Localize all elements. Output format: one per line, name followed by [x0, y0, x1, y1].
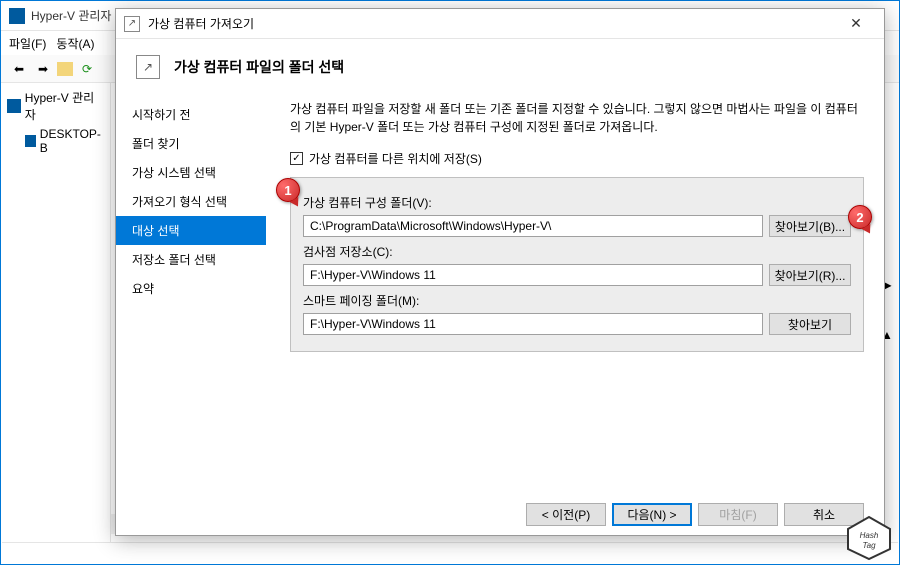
forward-icon[interactable]: ➡ [33, 59, 53, 79]
wizard-footer: < 이전(P) 다음(N) > 마침(F) 취소 [116, 494, 884, 534]
tree-root[interactable]: Hyper-V 관리자 [5, 87, 106, 125]
callout-marker-1: 1 [276, 178, 300, 202]
paging-browse-button[interactable]: 찾아보기 [769, 313, 851, 335]
step-choose-destination[interactable]: 대상 선택 [116, 216, 266, 245]
config-browse-button[interactable]: 찾아보기(B)... [769, 215, 851, 237]
statusbar [2, 542, 898, 564]
wizard-header: ↗ 가상 컴퓨터 파일의 폴더 선택 [116, 39, 884, 94]
step-locate-folder[interactable]: 폴더 찾기 [116, 129, 266, 158]
menu-action[interactable]: 동작(A) [56, 35, 94, 52]
wizard-close-button[interactable]: ✕ [836, 15, 876, 32]
step-before-begin[interactable]: 시작하기 전 [116, 100, 266, 129]
svg-text:Hash: Hash [860, 531, 879, 540]
tree-root-label: Hyper-V 관리자 [25, 89, 104, 123]
finish-button: 마침(F) [698, 503, 778, 526]
previous-button[interactable]: < 이전(P) [526, 503, 606, 526]
folder-options-group: 가상 컴퓨터 구성 폴더(V): 찾아보기(B)... 검사점 저장소(C): … [290, 177, 864, 352]
tree-node-desktop[interactable]: DESKTOP-B [5, 125, 106, 157]
navigation-tree: Hyper-V 관리자 DESKTOP-B [1, 83, 111, 564]
hashtag-logo: Hash Tag [844, 515, 894, 561]
wizard-header-title: 가상 컴퓨터 파일의 폴더 선택 [174, 57, 344, 77]
checkbox-label: 가상 컴퓨터를 다른 위치에 저장(S) [309, 150, 482, 167]
config-folder-input[interactable] [303, 215, 763, 237]
computer-icon [25, 135, 36, 147]
checkpoint-browse-button[interactable]: 찾아보기(R)... [769, 264, 851, 286]
step-import-type[interactable]: 가져오기 형식 선택 [116, 187, 266, 216]
checkpoint-store-label: 검사점 저장소(C): [303, 243, 851, 260]
wizard-step-list: 시작하기 전 폴더 찾기 가상 시스템 선택 가져오기 형식 선택 대상 선택 … [116, 94, 266, 494]
paging-folder-label: 스마트 페이징 폴더(M): [303, 292, 851, 309]
refresh-icon[interactable]: ⟳ [77, 59, 97, 79]
step-select-vm[interactable]: 가상 시스템 선택 [116, 158, 266, 187]
import-vm-wizard: ↗ 가상 컴퓨터 가져오기 ✕ ↗ 가상 컴퓨터 파일의 폴더 선택 시작하기 … [115, 8, 885, 536]
step-summary[interactable]: 요약 [116, 274, 266, 303]
config-folder-label: 가상 컴퓨터 구성 폴더(V): [303, 194, 851, 211]
wizard-title-text: 가상 컴퓨터 가져오기 [148, 15, 836, 32]
hyperv-icon [9, 8, 25, 24]
import-icon: ↗ [124, 16, 140, 32]
folder-icon[interactable] [57, 62, 73, 76]
next-button[interactable]: 다음(N) > [612, 503, 692, 526]
tree-node-label: DESKTOP-B [40, 127, 102, 155]
checkpoint-store-input[interactable] [303, 264, 763, 286]
menu-file[interactable]: 파일(F) [9, 35, 46, 52]
wizard-content: 가상 컴퓨터 파일을 저장할 새 폴더 또는 기존 폴더를 지정할 수 있습니다… [266, 94, 884, 494]
paging-folder-input[interactable] [303, 313, 763, 335]
wizard-titlebar: ↗ 가상 컴퓨터 가져오기 ✕ [116, 9, 884, 39]
wizard-description: 가상 컴퓨터 파일을 저장할 새 폴더 또는 기존 폴더를 지정할 수 있습니다… [290, 100, 864, 136]
server-icon [7, 99, 21, 113]
header-icon: ↗ [136, 55, 160, 79]
back-icon[interactable]: ⬅ [9, 59, 29, 79]
step-storage-folder[interactable]: 저장소 폴더 선택 [116, 245, 266, 274]
svg-text:Tag: Tag [862, 541, 876, 550]
callout-marker-2: 2 [848, 205, 872, 229]
store-different-location-checkbox[interactable]: ✓ [290, 152, 303, 165]
